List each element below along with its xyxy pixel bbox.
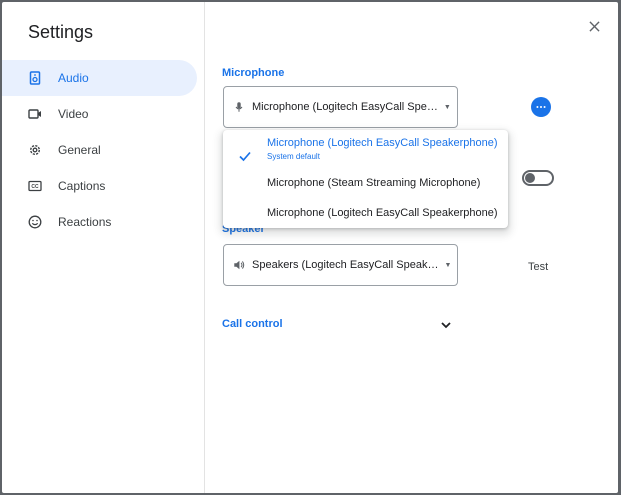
microphone-option[interactable]: Microphone (Logitech EasyCall Speakerpho… [223, 207, 508, 225]
gear-icon [28, 143, 42, 157]
close-icon [588, 20, 600, 32]
svg-text:CC: CC [31, 184, 39, 190]
caret-down-icon: ▼ [444, 261, 452, 269]
sidebar-item-audio[interactable]: Audio [2, 60, 197, 96]
captions-icon: CC [28, 179, 42, 193]
toggle-knob [525, 173, 535, 183]
chevron-down-icon[interactable] [439, 318, 453, 332]
microphone-option[interactable]: Microphone (Logitech EasyCall Speakerpho… [223, 137, 508, 170]
test-button[interactable]: Test [528, 261, 548, 273]
audio-icon [28, 71, 42, 85]
checkmark-icon [239, 151, 251, 162]
option-label: Microphone (Steam Streaming Microphone) [267, 177, 481, 189]
microphone-label: Microphone [222, 67, 285, 79]
sidebar-item-reactions[interactable]: Reactions [2, 204, 205, 240]
sidebar-item-label: Captions [58, 179, 106, 193]
microphone-option[interactable]: Microphone (Steam Streaming Microphone) [223, 177, 508, 195]
audio-toggle[interactable] [522, 170, 554, 186]
microphone-dropdown-menu: Microphone (Logitech EasyCall Speakerpho… [223, 130, 508, 228]
microphone-selected-value: Microphone (Logitech EasyCall Spe… [252, 101, 438, 113]
settings-sidebar: Settings Audio Video General CC Captions… [2, 2, 205, 493]
sidebar-item-label: Audio [58, 71, 89, 85]
page-title: Settings [28, 22, 94, 42]
smiley-icon [28, 215, 42, 229]
option-label: Microphone (Logitech EasyCall Speakerpho… [267, 207, 498, 219]
sidebar-item-general[interactable]: General [2, 132, 205, 168]
option-sublabel: System default [267, 152, 320, 161]
sidebar-item-captions[interactable]: CC Captions [2, 168, 205, 204]
sidebar-item-label: Video [58, 107, 89, 121]
sidebar-item-label: General [58, 143, 101, 157]
microphone-icon [233, 100, 247, 114]
option-label: Microphone (Logitech EasyCall Speakerpho… [267, 137, 498, 149]
caret-down-icon: ▼ [443, 103, 451, 111]
video-icon [28, 107, 42, 121]
sidebar-item-label: Reactions [58, 215, 112, 229]
speaker-select[interactable]: Speakers (Logitech EasyCall Speak… ▼ [223, 244, 458, 286]
sidebar-item-video[interactable]: Video [2, 96, 205, 132]
speaker-selected-value: Speakers (Logitech EasyCall Speak… [252, 259, 439, 271]
settings-dialog: Settings Audio Video General CC Captions… [2, 2, 618, 493]
call-control-toggle[interactable]: Call control [222, 318, 283, 330]
more-icon [536, 106, 546, 108]
speaker-icon [233, 258, 247, 272]
more-options-button[interactable] [531, 97, 551, 117]
settings-nav: Audio Video General CC Captions Reaction… [2, 60, 205, 240]
microphone-select[interactable]: Microphone (Logitech EasyCall Spe… ▼ [223, 86, 458, 128]
close-button[interactable] [584, 16, 604, 36]
